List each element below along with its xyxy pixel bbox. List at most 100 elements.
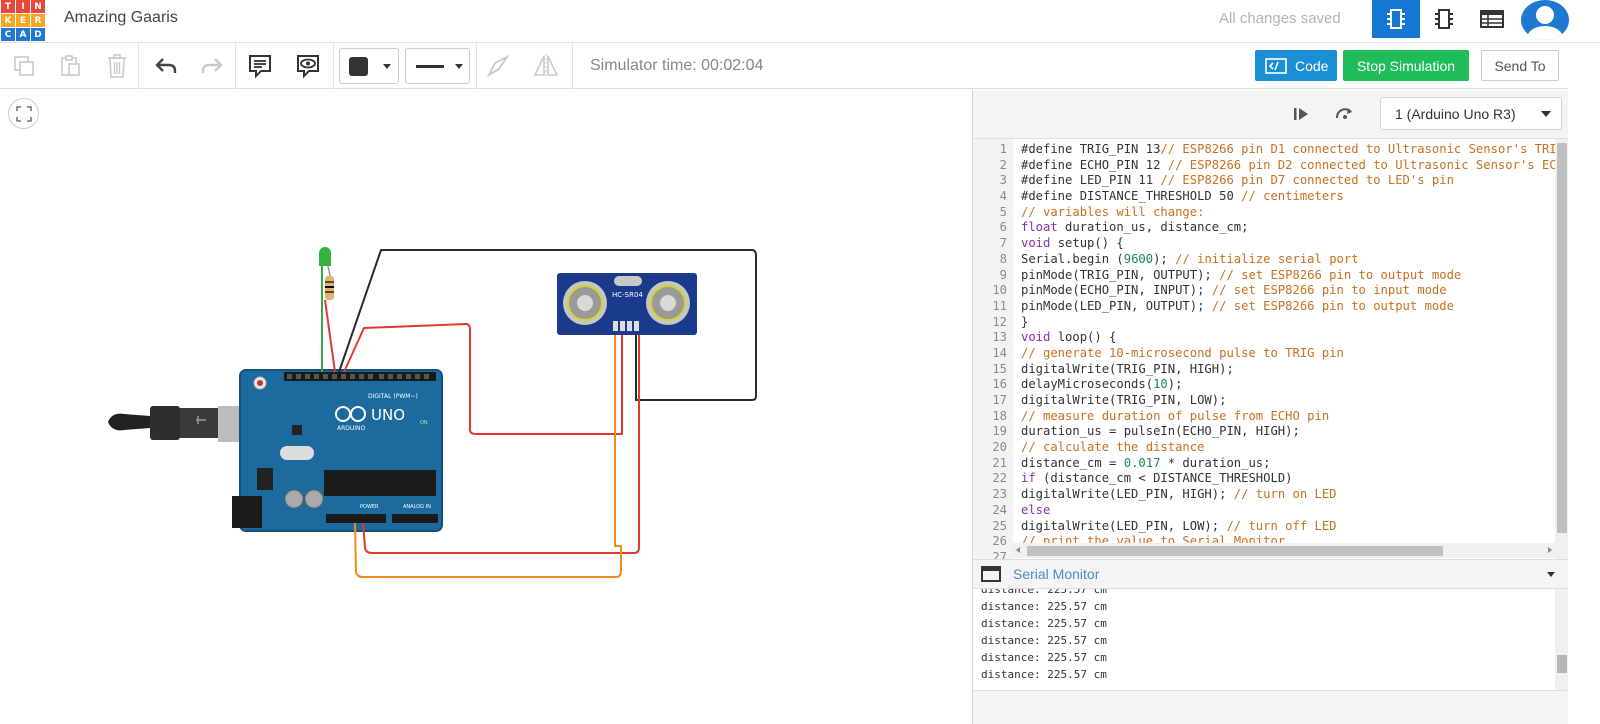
paste-icon <box>61 55 80 76</box>
code-line[interactable]: 12} <box>973 315 1555 331</box>
redo-button[interactable] <box>198 52 226 80</box>
scrollbar-thumb[interactable] <box>1027 546 1443 556</box>
code-line[interactable]: 13 void loop() { <box>973 330 1555 346</box>
line-number: 5 <box>999 204 1007 219</box>
code-line[interactable]: 3 #define LED_PIN 11 // ESP8266 pin D7 co… <box>973 173 1555 189</box>
delete-button[interactable] <box>103 52 131 80</box>
schematic-view-button[interactable] <box>1420 0 1468 38</box>
wire-style-icon <box>416 65 444 68</box>
hc-sr04-ultrasonic-sensor[interactable]: HC-SR04 <box>557 273 697 335</box>
code-line[interactable]: 6 float duration_us, distance_cm; <box>973 220 1555 236</box>
project-title[interactable]: Amazing Gaaris <box>64 9 178 27</box>
code-lines[interactable]: 1 #define TRIG_PIN 13// ESP8266 pin D1 co… <box>973 142 1569 559</box>
arrow-left-icon <box>1016 547 1020 553</box>
code-line[interactable]: 19 duration_us = pulseIn(ECHO_PIN, HIGH); <box>973 424 1555 440</box>
tinkercad-logo[interactable]: TIN KER CAD <box>0 0 45 41</box>
arduino-uno-board[interactable]: DIGITAL (PWM~) UNO ARDUINO ON POWER ANAL… <box>232 369 443 532</box>
scrollbar-thumb[interactable] <box>1557 143 1567 533</box>
crystal-oscillator <box>280 446 314 460</box>
code-line[interactable]: 17 digitalWrite(TRIG_PIN, LOW); <box>973 393 1555 409</box>
paste-button[interactable] <box>56 52 84 80</box>
board-select-dropdown[interactable]: 1 (Arduino Uno R3) <box>1380 97 1562 130</box>
editor-horizontal-scrollbar[interactable] <box>1013 543 1555 558</box>
code-button-label: Code <box>1295 57 1329 74</box>
chevron-down-icon[interactable] <box>1547 572 1555 577</box>
color-picker-dropdown[interactable] <box>339 48 399 84</box>
page-scrollbar[interactable] <box>1568 43 1600 724</box>
editor-vertical-scrollbar[interactable] <box>1555 139 1569 559</box>
serial-output-line: distance: 225.57 cm <box>981 617 1107 630</box>
schematic-icon <box>1435 9 1453 29</box>
code-line[interactable]: 15 digitalWrite(TRIG_PIN, HIGH); <box>973 362 1555 378</box>
resistor-component[interactable] <box>325 276 334 300</box>
serial-input-area[interactable] <box>973 690 1569 724</box>
toggle-notes-visibility-button[interactable] <box>294 52 322 80</box>
top-header: TIN KER CAD Amazing Gaaris All changes sav… <box>0 0 1600 43</box>
circuit-drawing[interactable]: DIGITAL (PWM~) UNO ARDUINO ON POWER ANAL… <box>0 90 972 724</box>
code-line[interactable]: 2 #define ECHO_PIN 12 // ESP8266 pin D2 c… <box>973 157 1569 174</box>
circuit-canvas[interactable]: DIGITAL (PWM~) UNO ARDUINO ON POWER ANAL… <box>0 90 972 724</box>
line-number: 25 <box>992 518 1007 533</box>
notes-button[interactable] <box>246 52 274 80</box>
line-number: 8 <box>999 251 1007 266</box>
code-line[interactable]: 20 // calculate the distance <box>973 440 1555 456</box>
code-line[interactable]: 21 distance_cm = 0.017 * duration_us; <box>973 456 1555 472</box>
code-text: #define DISTANCE_THRESHOLD 50 // centime… <box>1021 189 1344 204</box>
logo-letter: C <box>1 28 15 41</box>
capacitor <box>304 489 324 509</box>
code-editor[interactable]: 1 #define TRIG_PIN 13// ESP8266 pin D1 co… <box>973 138 1569 559</box>
scrollbar-thumb[interactable] <box>1557 655 1567 673</box>
led-component[interactable] <box>319 247 331 372</box>
serial-output-line: distance: 225.57 cm <box>981 668 1107 681</box>
undo-button[interactable] <box>152 52 180 80</box>
capacitor <box>284 489 304 509</box>
debugger-button[interactable] <box>1289 102 1315 126</box>
line-number: 14 <box>992 345 1007 360</box>
line-number: 16 <box>992 377 1007 392</box>
code-line[interactable]: 18 // measure duration of pulse from ECHO… <box>973 409 1555 425</box>
serial-monitor-output[interactable]: distance: 225.57 cm distance: 225.57 cm di… <box>973 589 1569 690</box>
code-text: digitalWrite(TRIG_PIN, HIGH); <box>1021 361 1234 376</box>
board-brand-text: ARDUINO <box>337 425 366 432</box>
line-number: 26 <box>992 534 1007 549</box>
user-avatar[interactable] <box>1521 0 1569 40</box>
serial-vertical-scrollbar[interactable] <box>1555 589 1569 690</box>
code-line[interactable]: 10 pinMode(ECHO_PIN, INPUT); // set ESP82… <box>973 283 1555 299</box>
code-text: // variables will change: <box>1021 204 1205 219</box>
code-panel-header: 1 (Arduino Uno R3) <box>973 90 1569 138</box>
code-text: #define ECHO_PIN 12 // ESP8266 pin D2 co… <box>1021 157 1569 172</box>
code-line[interactable]: 8 Serial.begin (9600); // initialize seri… <box>973 252 1555 268</box>
usb-cable[interactable] <box>108 406 258 442</box>
component-list-button[interactable] <box>1468 0 1516 38</box>
line-number: 2 <box>999 157 1007 172</box>
code-line[interactable]: 11 pinMode(LED_PIN, OUTPUT); // set ESP82… <box>973 299 1555 315</box>
code-text: else <box>1021 502 1051 517</box>
circuit-view-button[interactable] <box>1372 0 1420 38</box>
code-text: distance_cm = 0.017 * duration_us; <box>1021 455 1271 470</box>
code-line[interactable]: 16 delayMicroseconds(10); <box>973 377 1555 393</box>
code-line[interactable]: 5 // variables will change: <box>973 205 1555 221</box>
code-line[interactable]: 22 if (distance_cm < DISTANCE_THRESHOLD) <box>973 471 1555 487</box>
code-line[interactable]: 24 else <box>973 503 1555 519</box>
code-line[interactable]: 7 void setup() { <box>973 236 1555 252</box>
code-text: // calculate the distance <box>1021 440 1205 455</box>
code-button[interactable]: Code <box>1255 50 1337 81</box>
restart-button[interactable] <box>1332 102 1358 126</box>
code-line[interactable]: 9 pinMode(TRIG_PIN, OUTPUT); // set ESP82… <box>973 268 1555 284</box>
align-button[interactable] <box>484 52 512 80</box>
code-line[interactable]: 25 digitalWrite(LED_PIN, LOW); // turn of… <box>973 519 1555 535</box>
wire-type-dropdown[interactable] <box>405 48 470 84</box>
copy-button[interactable] <box>10 52 38 80</box>
serial-monitor-header[interactable]: Serial Monitor <box>973 559 1569 589</box>
code-line[interactable]: 1 #define TRIG_PIN 13// ESP8266 pin D1 co… <box>973 142 1564 158</box>
flip-button[interactable] <box>532 52 560 80</box>
fit-view-button[interactable] <box>8 98 39 129</box>
serial-output-line: distance: 225.57 cm <box>981 600 1107 613</box>
code-line[interactable]: 4 #define DISTANCE_THRESHOLD 50 // centim… <box>973 189 1555 205</box>
code-text: void setup() { <box>1021 236 1124 251</box>
stop-simulation-button[interactable]: Stop Simulation <box>1343 50 1469 81</box>
code-line[interactable]: 23 digitalWrite(LED_PIN, HIGH); // turn o… <box>973 487 1555 503</box>
logo-letter: R <box>31 14 45 27</box>
code-line[interactable]: 14 // generate 10-microsecond pulse to TR… <box>973 346 1555 362</box>
send-to-button[interactable]: Send To <box>1481 50 1559 81</box>
